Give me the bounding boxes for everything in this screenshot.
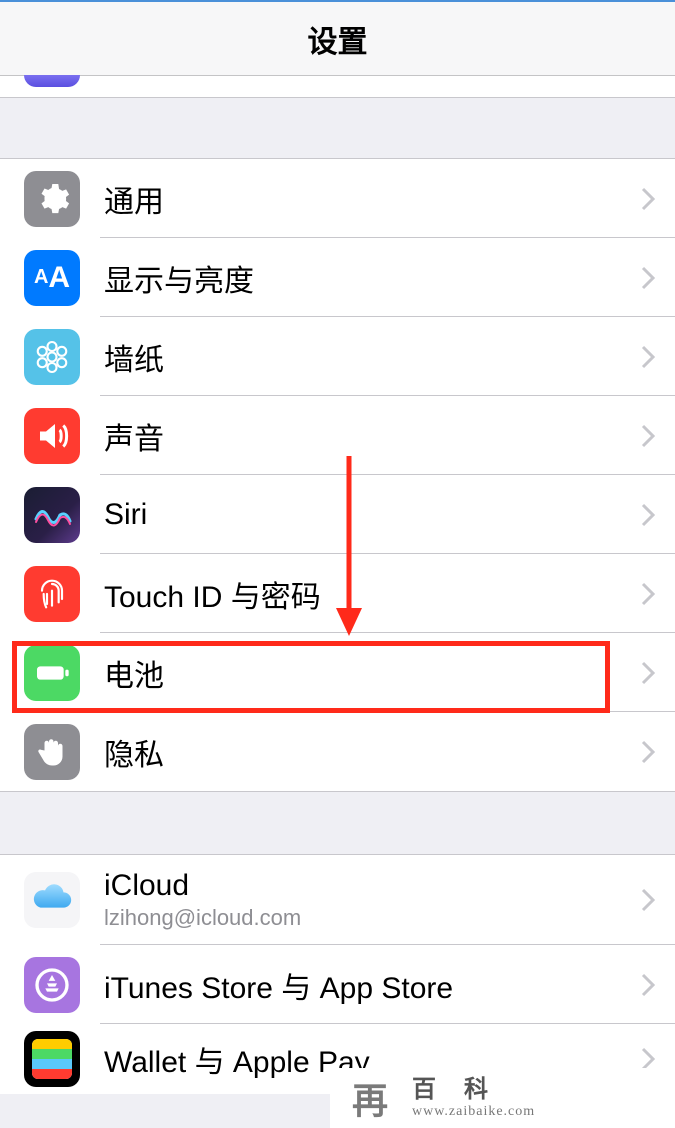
gear-icon: [24, 171, 80, 227]
group-gap: [0, 792, 675, 854]
fingerprint-icon: [24, 566, 80, 622]
row-touchid[interactable]: Touch ID 与密码: [0, 554, 675, 633]
row-privacy[interactable]: 隐私: [0, 712, 675, 791]
chevron-right-icon: [641, 266, 675, 290]
watermark-url: www.zaibaike.com: [412, 1104, 535, 1119]
row-label: 通用: [104, 177, 641, 221]
row-label: Touch ID 与密码: [104, 572, 641, 616]
partial-previous-row[interactable]: [0, 76, 675, 98]
settings-content: 通用 AA 显示与亮度 墙纸: [0, 76, 675, 1128]
row-siri[interactable]: Siri: [0, 475, 675, 554]
appstore-icon: [24, 957, 80, 1013]
chevron-right-icon: [641, 888, 675, 912]
header-title: 设置: [0, 2, 675, 76]
siri-icon: [24, 487, 80, 543]
row-label: 电池: [104, 651, 641, 695]
hand-icon: [24, 724, 80, 780]
wallet-icon: [24, 1031, 80, 1087]
row-label: iTunes Store 与 App Store: [104, 963, 641, 1007]
row-icloud[interactable]: iCloud lzihong@icloud.com: [0, 855, 675, 945]
row-wallpaper[interactable]: 墙纸: [0, 317, 675, 396]
settings-group-1: 通用 AA 显示与亮度 墙纸: [0, 158, 675, 792]
speaker-icon: [24, 408, 80, 464]
row-label: 隐私: [104, 730, 641, 774]
cloud-icon: [24, 872, 80, 928]
row-label: Siri: [104, 498, 641, 532]
row-sound[interactable]: 声音: [0, 396, 675, 475]
row-battery[interactable]: 电池: [0, 633, 675, 712]
chevron-right-icon: [641, 345, 675, 369]
row-itunes[interactable]: iTunes Store 与 App Store: [0, 945, 675, 1024]
watermark: 再 百科 www.zaibaike.com: [330, 1068, 675, 1128]
text-size-icon: AA: [24, 250, 80, 306]
chevron-right-icon: [641, 973, 675, 997]
row-sublabel: lzihong@icloud.com: [104, 905, 641, 931]
row-general[interactable]: 通用: [0, 159, 675, 238]
settings-group-2: iCloud lzihong@icloud.com iTunes Store 与…: [0, 854, 675, 1094]
chevron-right-icon: [641, 582, 675, 606]
watermark-glyph: 再: [350, 1078, 390, 1118]
row-label: 显示与亮度: [104, 256, 641, 300]
battery-icon: [24, 645, 80, 701]
group-gap: [0, 98, 675, 158]
row-label: iCloud: [104, 869, 641, 903]
watermark-title: 百科: [412, 1077, 535, 1103]
partial-icon: [24, 75, 80, 87]
chevron-right-icon: [641, 187, 675, 211]
flower-icon: [24, 329, 80, 385]
row-label: 声音: [104, 414, 641, 458]
row-display[interactable]: AA 显示与亮度: [0, 238, 675, 317]
chevron-right-icon: [641, 424, 675, 448]
chevron-right-icon: [641, 661, 675, 685]
row-label: 墙纸: [104, 335, 641, 379]
chevron-right-icon: [641, 740, 675, 764]
chevron-right-icon: [641, 503, 675, 527]
